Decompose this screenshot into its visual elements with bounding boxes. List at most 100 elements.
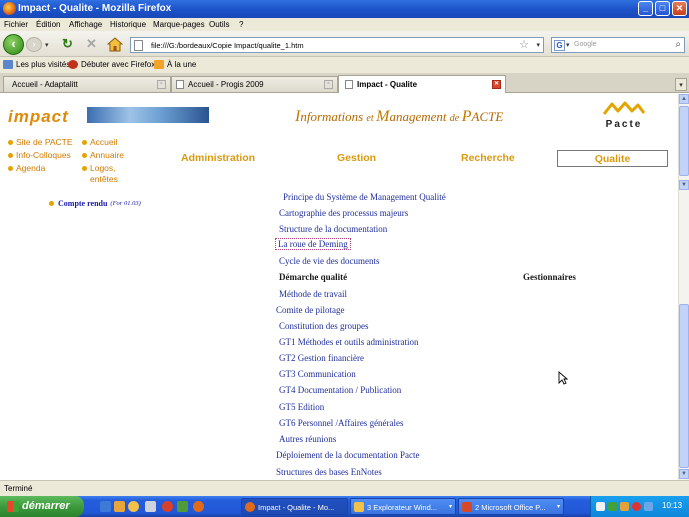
- home-icon[interactable]: [106, 37, 124, 52]
- link-gt4[interactable]: GT4 Documentation / Publication: [279, 385, 401, 395]
- page-scrollbar[interactable]: ▲ ▼ ▼: [678, 94, 689, 480]
- windows-logo-icon: [7, 501, 19, 512]
- impact-logo[interactable]: impact: [8, 107, 69, 127]
- tab-adaptalitt[interactable]: Accueil - Adaptalitt ▫: [3, 76, 171, 92]
- quicklaunch-desktop-icon[interactable]: [100, 501, 111, 512]
- compte-rendu-link[interactable]: Compte rendu (For 01.03): [49, 199, 141, 208]
- menu-outils[interactable]: Outils: [209, 20, 229, 29]
- link-deploiement-documentation[interactable]: Déploiement de la documentation Pacte: [276, 450, 419, 460]
- url-text: file:///G:/bordeaux/Copie Impact/qualite…: [151, 41, 304, 50]
- quicklaunch-app-icon[interactable]: [145, 501, 156, 512]
- all-tabs-dropdown-icon[interactable]: ▾: [675, 78, 687, 91]
- link-cartographie[interactable]: Cartographie des processus majeurs: [279, 208, 408, 218]
- tray-security-icon[interactable]: [608, 502, 617, 511]
- link-gt5[interactable]: GT5 Edition: [279, 402, 324, 412]
- nav-recherche[interactable]: Recherche: [461, 152, 515, 164]
- tab-close-icon[interactable]: ▫: [324, 80, 333, 89]
- nav-qualite[interactable]: Qualite: [557, 150, 668, 167]
- link-logos[interactable]: Logos, entêtes: [82, 163, 118, 185]
- link-gt6[interactable]: GT6 Personnel /Affaires générales: [279, 418, 404, 428]
- taskbar-explorer[interactable]: 3 Explorateur Wind... ▾: [350, 498, 456, 515]
- tab-close-icon[interactable]: ✕: [492, 80, 501, 89]
- bookmarks-toolbar: Les plus visités Débuter avec Firefox À …: [0, 57, 689, 73]
- link-autres-reunions[interactable]: Autres réunions: [279, 434, 336, 444]
- window-title: Impact - Qualite - Mozilla Firefox: [18, 3, 172, 14]
- close-window-button[interactable]: ✕: [672, 1, 687, 16]
- tab-qualite[interactable]: Impact - Qualite ✕: [338, 75, 506, 93]
- window-titlebar[interactable]: Impact - Qualite - Mozilla Firefox _ □ ✕: [0, 0, 689, 18]
- menu-marque-pages[interactable]: Marque-pages: [153, 20, 205, 29]
- maximize-button[interactable]: □: [655, 1, 670, 16]
- link-accueil[interactable]: Accueil: [82, 137, 117, 147]
- tab-progis[interactable]: Accueil - Progis 2009 ▫: [171, 76, 338, 92]
- bullet-icon: [49, 201, 54, 206]
- bookmark-a-la-une[interactable]: À la une: [154, 60, 196, 69]
- minimize-button[interactable]: _: [638, 1, 653, 16]
- scroll-thumb[interactable]: [679, 304, 689, 468]
- menu-edition[interactable]: Édition: [36, 20, 60, 29]
- link-constitution-groupes[interactable]: Constitution des groupes: [279, 321, 369, 331]
- status-bar: Terminé: [0, 480, 689, 496]
- scroll-down-icon[interactable]: ▼: [679, 469, 689, 479]
- pacte-logo[interactable]: Pacte: [600, 100, 648, 132]
- link-label: Annuaire: [90, 150, 125, 160]
- compte-rendu-label: Compte rendu: [58, 199, 108, 208]
- tab-close-icon[interactable]: ▫: [157, 80, 166, 89]
- link-gt1[interactable]: GT1 Méthodes et outils administration: [279, 337, 418, 347]
- url-dropdown-icon[interactable]: ▾: [536, 41, 540, 49]
- link-structure-documentation[interactable]: Structure de la documentation: [279, 224, 387, 234]
- history-dropdown-icon[interactable]: ▾: [45, 41, 49, 49]
- link-structures-bases[interactable]: Structures des bases EnNotes: [276, 467, 382, 477]
- url-bar[interactable]: file:///G:/bordeaux/Copie Impact/qualite…: [130, 37, 544, 53]
- menu-help[interactable]: ?: [239, 20, 243, 29]
- link-info-colloques[interactable]: Info-Colloques: [8, 150, 71, 160]
- menu-historique[interactable]: Historique: [110, 20, 146, 29]
- bookmark-plus-visites[interactable]: Les plus visités: [3, 60, 70, 69]
- taskbar-firefox[interactable]: Impact - Qualite - Mo...: [241, 498, 348, 515]
- search-engine-dropdown-icon[interactable]: ▾: [566, 41, 570, 49]
- scroll-up-icon[interactable]: ▲: [679, 94, 689, 104]
- start-button[interactable]: démarrer: [0, 496, 84, 517]
- back-button[interactable]: ‹: [3, 34, 24, 55]
- link-agenda[interactable]: Agenda: [8, 163, 45, 173]
- folder-icon: [354, 502, 364, 512]
- link-cycle-vie[interactable]: Cycle de vie des documents: [279, 256, 379, 266]
- link-gt3[interactable]: GT3 Communication: [279, 369, 356, 379]
- tray-alert-icon[interactable]: [632, 502, 641, 511]
- firefox-icon: [3, 2, 16, 15]
- scroll-down-icon[interactable]: ▼: [679, 180, 689, 190]
- google-icon[interactable]: G: [554, 40, 565, 51]
- link-gt2[interactable]: GT2 Gestion financière: [279, 353, 364, 363]
- menu-fichier[interactable]: Fichier: [4, 20, 28, 29]
- bookmark-debuter[interactable]: Débuter avec Firefox: [68, 60, 155, 69]
- nav-administration[interactable]: Administration: [181, 152, 255, 164]
- clock[interactable]: 10:13: [662, 501, 682, 510]
- tray-sync-icon[interactable]: [644, 502, 653, 511]
- link-roue-deming[interactable]: La roue de Deming: [275, 238, 351, 250]
- tray-volume-icon[interactable]: [620, 502, 629, 511]
- link-site-pacte[interactable]: Site de PACTE: [8, 137, 73, 147]
- link-methode-travail[interactable]: Méthode de travail: [279, 289, 347, 299]
- stop-icon[interactable]: ✕: [84, 37, 99, 52]
- link-principe-smq[interactable]: Principe du Système de Management Qualit…: [283, 192, 446, 202]
- scroll-thumb-top[interactable]: [679, 106, 689, 176]
- nav-gestion[interactable]: Gestion: [337, 152, 376, 164]
- quicklaunch-tool-icon[interactable]: [177, 501, 188, 512]
- reload-icon[interactable]: ↻: [60, 37, 75, 52]
- forward-button[interactable]: ›: [26, 37, 42, 52]
- page-icon: [176, 80, 184, 89]
- page-title: Informations et Management de PACTE: [295, 108, 503, 126]
- search-icon[interactable]: ⌕: [675, 39, 681, 50]
- quicklaunch-firefox-icon[interactable]: [193, 501, 204, 512]
- link-annuaire[interactable]: Annuaire: [82, 150, 124, 160]
- taskbar-office[interactable]: 2 Microsoft Office P... ▾: [458, 498, 564, 515]
- system-tray: 10:13: [590, 496, 689, 517]
- quicklaunch-search-icon[interactable]: [128, 501, 139, 512]
- quicklaunch-media-icon[interactable]: [162, 501, 173, 512]
- tray-network-icon[interactable]: [596, 502, 605, 511]
- menu-affichage[interactable]: Affichage: [69, 20, 102, 29]
- quicklaunch-folder-icon[interactable]: [114, 501, 125, 512]
- bookmark-star-icon[interactable]: ☆: [519, 38, 529, 51]
- link-comite-pilotage[interactable]: Comite de pilotage: [276, 305, 344, 315]
- search-bar[interactable]: G ▾ Google ⌕: [551, 37, 685, 53]
